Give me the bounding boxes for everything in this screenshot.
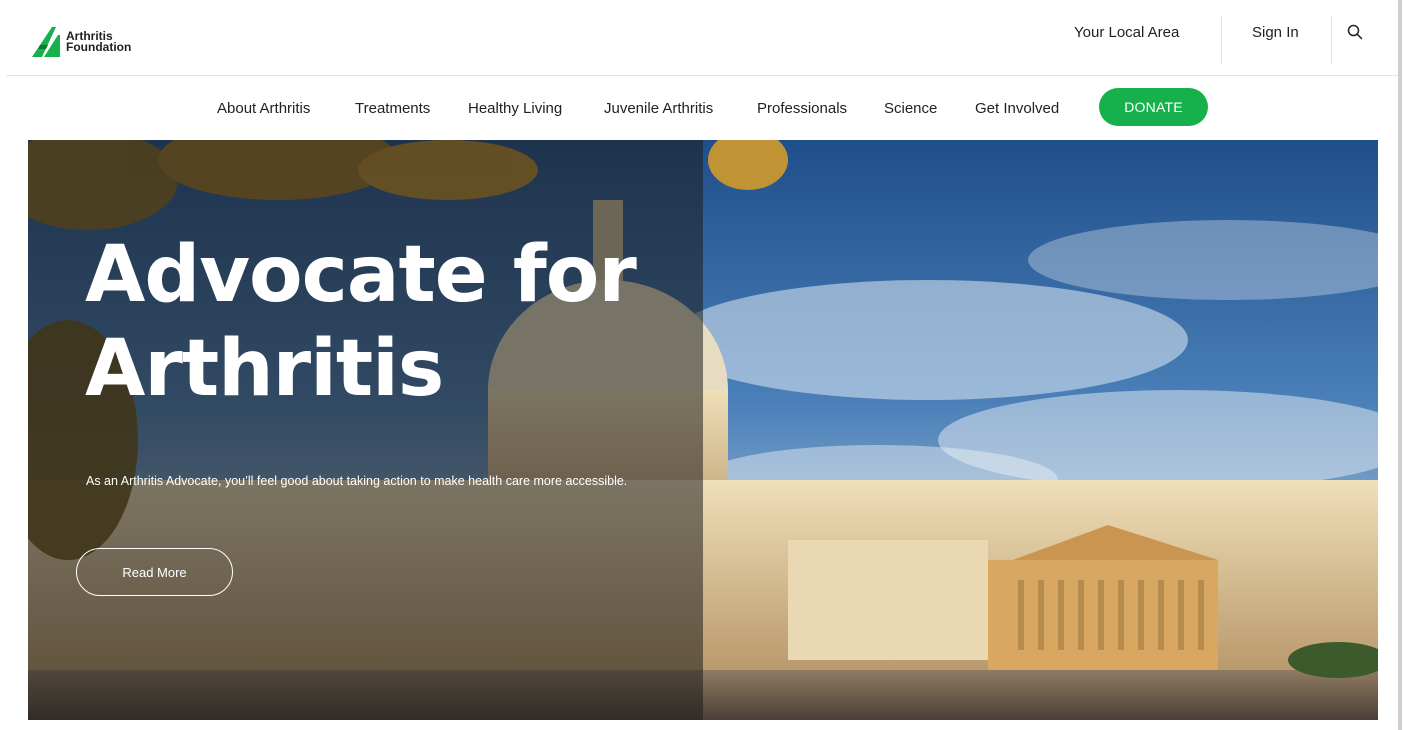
hero-title: Advocate for Arthritis (85, 230, 637, 414)
hero-banner: Advocate for Arthritis As an Arthritis A… (28, 140, 1378, 720)
hero-subtitle: As an Arthritis Advocate, you’ll feel go… (86, 474, 628, 488)
your-local-area-link[interactable]: Your Local Area (1074, 0, 1179, 64)
top-bar: Arthritis Foundation Your Local Area Sig… (0, 0, 1404, 76)
nav-juvenile-arthritis[interactable]: Juvenile Arthritis (604, 100, 713, 117)
nav-science[interactable]: Science (884, 100, 937, 117)
donate-button[interactable]: DONATE (1099, 88, 1208, 126)
search-button[interactable] (1344, 0, 1366, 64)
nav-about-arthritis[interactable]: About Arthritis (217, 100, 310, 117)
header-divider (6, 75, 1398, 76)
main-nav: About Arthritis Treatments Healthy Livin… (0, 78, 1404, 138)
arthritis-foundation-logo[interactable]: Arthritis Foundation (30, 25, 131, 59)
nav-treatments[interactable]: Treatments (355, 100, 430, 117)
logo-text-line2: Foundation (66, 40, 132, 54)
hero-dark-overlay (28, 140, 703, 720)
nav-professionals[interactable]: Professionals (757, 100, 847, 117)
nav-healthy-living[interactable]: Healthy Living (468, 100, 562, 117)
read-more-button[interactable]: Read More (76, 548, 233, 596)
utility-divider (1221, 16, 1222, 64)
sign-in-link[interactable]: Sign In (1252, 0, 1299, 64)
utility-divider (1331, 16, 1332, 64)
logo-mark-icon (32, 27, 60, 57)
nav-get-involved[interactable]: Get Involved (975, 100, 1059, 117)
search-icon (1347, 24, 1363, 40)
